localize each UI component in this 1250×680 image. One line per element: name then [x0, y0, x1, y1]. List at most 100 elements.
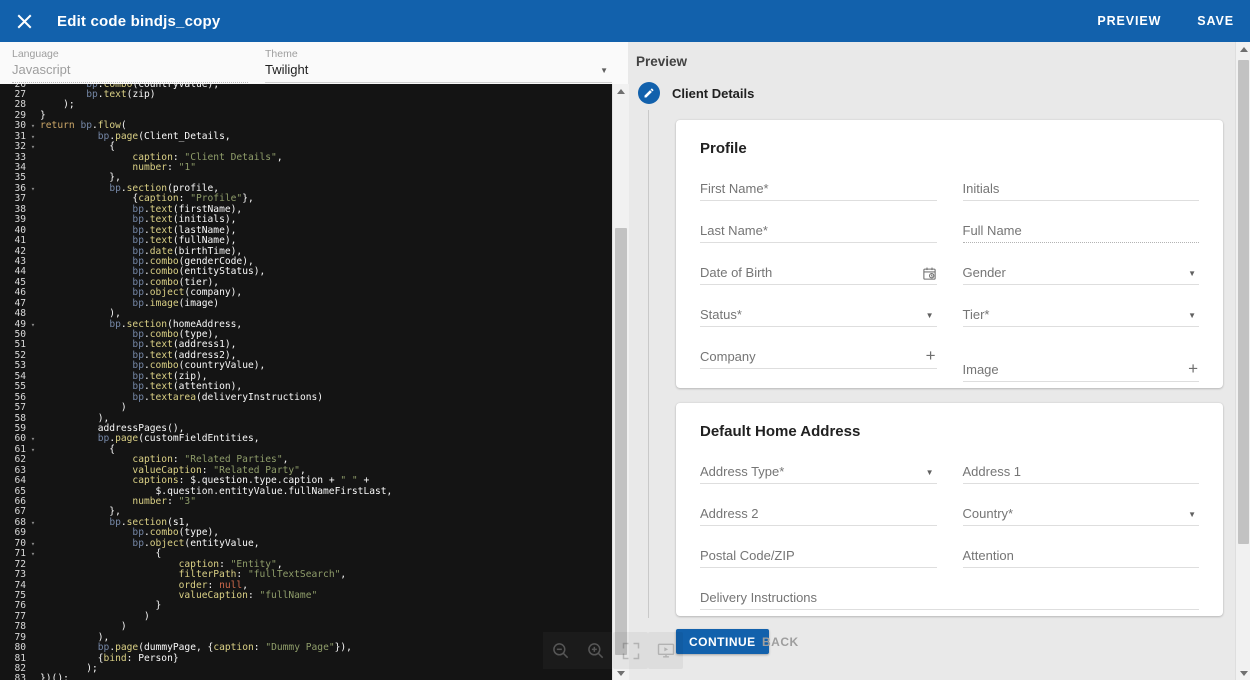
field-country[interactable]: Country* ▼ [963, 502, 1200, 526]
field-label: Delivery Instructions [700, 590, 817, 605]
calendar-icon[interactable] [922, 266, 937, 281]
fold-spacer [26, 424, 40, 434]
field-tier[interactable]: Tier*▼ [963, 303, 1200, 327]
field-attention[interactable]: Attention [963, 544, 1200, 568]
fold-spacer [26, 340, 40, 350]
back-button[interactable]: BACK [756, 629, 805, 654]
fullscreen-icon[interactable] [613, 632, 648, 669]
fold-spacer [26, 382, 40, 392]
dropdown-caret-icon[interactable]: ▼ [1188, 311, 1196, 320]
fold-spacer [26, 163, 40, 173]
field-underline [700, 242, 937, 243]
floating-toolbar [543, 632, 683, 669]
fold-spacer [26, 236, 40, 246]
field-image[interactable]: Image + [963, 358, 1200, 382]
scroll-down-icon[interactable] [1236, 666, 1250, 680]
fold-spacer [26, 674, 40, 680]
fold-marker-icon[interactable]: ▾ [26, 434, 40, 444]
field-company[interactable]: Company + [700, 345, 937, 369]
fold-spacer [26, 257, 40, 267]
field-postal-code-zip[interactable]: Postal Code/ZIP [700, 544, 937, 568]
line-number: 41 [0, 236, 26, 246]
scroll-up-icon[interactable] [613, 84, 629, 98]
preview-scrollbar[interactable] [1235, 42, 1250, 680]
scroll-up-icon[interactable] [1236, 42, 1250, 56]
preview-heading: Preview [636, 54, 687, 69]
fold-spacer [26, 226, 40, 236]
field-delivery-instructions[interactable]: Delivery Instructions [700, 586, 1199, 610]
editor-scrollbar-thumb[interactable] [615, 228, 627, 655]
fold-spacer [26, 591, 40, 601]
dropdown-caret-icon[interactable]: ▼ [926, 311, 934, 320]
step-edit-icon[interactable] [638, 82, 660, 104]
language-select: Language Javascript [12, 46, 248, 83]
field-address-2[interactable]: Address 2 [700, 502, 937, 526]
continue-button[interactable]: CONTINUE [676, 629, 769, 654]
fold-spacer [26, 393, 40, 403]
fold-marker-icon[interactable]: ▾ [26, 320, 40, 330]
fold-spacer [26, 215, 40, 225]
field-label: Address 1 [963, 464, 1022, 479]
field-first-name[interactable]: First Name* [700, 177, 937, 201]
fold-marker-icon[interactable]: ▾ [26, 121, 40, 131]
preview-button[interactable]: PREVIEW [1097, 14, 1161, 28]
presentation-play-icon[interactable] [648, 632, 683, 669]
code-line[interactable]: 83})(); [0, 674, 392, 680]
field-underline [700, 525, 937, 526]
field-status[interactable]: Status*▼ [700, 303, 937, 327]
home-address-fields: Address Type*▼ Address 1 Address 2 Country*… [700, 460, 1199, 610]
zoom-in-icon[interactable] [578, 632, 613, 669]
field-initials[interactable]: Initials [963, 177, 1200, 201]
field-address-1[interactable]: Address 1 [963, 460, 1200, 484]
fold-spacer [26, 351, 40, 361]
fold-marker-icon[interactable]: ▾ [26, 184, 40, 194]
close-icon[interactable] [15, 12, 33, 30]
field-last-name[interactable]: Last Name* [700, 219, 937, 243]
fold-spacer [26, 288, 40, 298]
fold-spacer [26, 153, 40, 163]
fold-spacer [26, 100, 40, 110]
field-gender[interactable]: Gender▼ [963, 261, 1200, 285]
theme-select[interactable]: Theme Twilight ▼ [265, 46, 612, 83]
field-label: Address 2 [700, 506, 759, 521]
fold-marker-icon[interactable]: ▾ [26, 518, 40, 528]
fold-spacer [26, 414, 40, 424]
field-address-type[interactable]: Address Type*▼ [700, 460, 937, 484]
dropdown-caret-icon[interactable]: ▼ [926, 468, 934, 477]
fold-spacer [26, 403, 40, 413]
fold-marker-icon[interactable]: ▾ [26, 539, 40, 549]
save-button[interactable]: SAVE [1197, 14, 1234, 28]
field-underline [700, 200, 937, 201]
line-number: 57 [0, 403, 26, 413]
language-label: Language [12, 48, 59, 60]
fold-spacer [26, 299, 40, 309]
fold-spacer [26, 309, 40, 319]
code-editor[interactable]: 26 bp.combo(countryValue),27 bp.text(zip… [0, 84, 612, 680]
field-label: Image [963, 362, 999, 377]
fold-marker-icon[interactable]: ▾ [26, 132, 40, 142]
editor-scrollbar[interactable] [612, 84, 629, 680]
field-full-name[interactable]: Full Name [963, 219, 1200, 243]
dropdown-caret-icon[interactable]: ▼ [1188, 510, 1196, 519]
add-icon[interactable]: + [926, 347, 936, 364]
fold-spacer [26, 173, 40, 183]
card-title: Default Home Address [700, 423, 1199, 440]
fold-marker-icon[interactable]: ▾ [26, 445, 40, 455]
dropdown-caret-icon[interactable]: ▼ [1188, 269, 1196, 278]
field-underline [963, 200, 1200, 201]
field-label: Country* [963, 506, 1014, 521]
fold-marker-icon[interactable]: ▾ [26, 142, 40, 152]
home-address-card: Default Home Address Address Type*▼Addre… [676, 403, 1223, 616]
zoom-out-icon[interactable] [543, 632, 578, 669]
field-underline [963, 525, 1200, 526]
fold-spacer [26, 664, 40, 674]
field-underline [700, 368, 937, 369]
field-date-of-birth[interactable]: Date of Birth [700, 261, 937, 285]
code-line[interactable]: 28 ); [0, 100, 392, 110]
fold-spacer [26, 654, 40, 664]
field-label: Company [700, 349, 756, 364]
preview-scrollbar-thumb[interactable] [1238, 60, 1249, 544]
field-underline [963, 381, 1200, 382]
add-icon[interactable]: + [1188, 360, 1198, 377]
fold-marker-icon[interactable]: ▾ [26, 549, 40, 559]
